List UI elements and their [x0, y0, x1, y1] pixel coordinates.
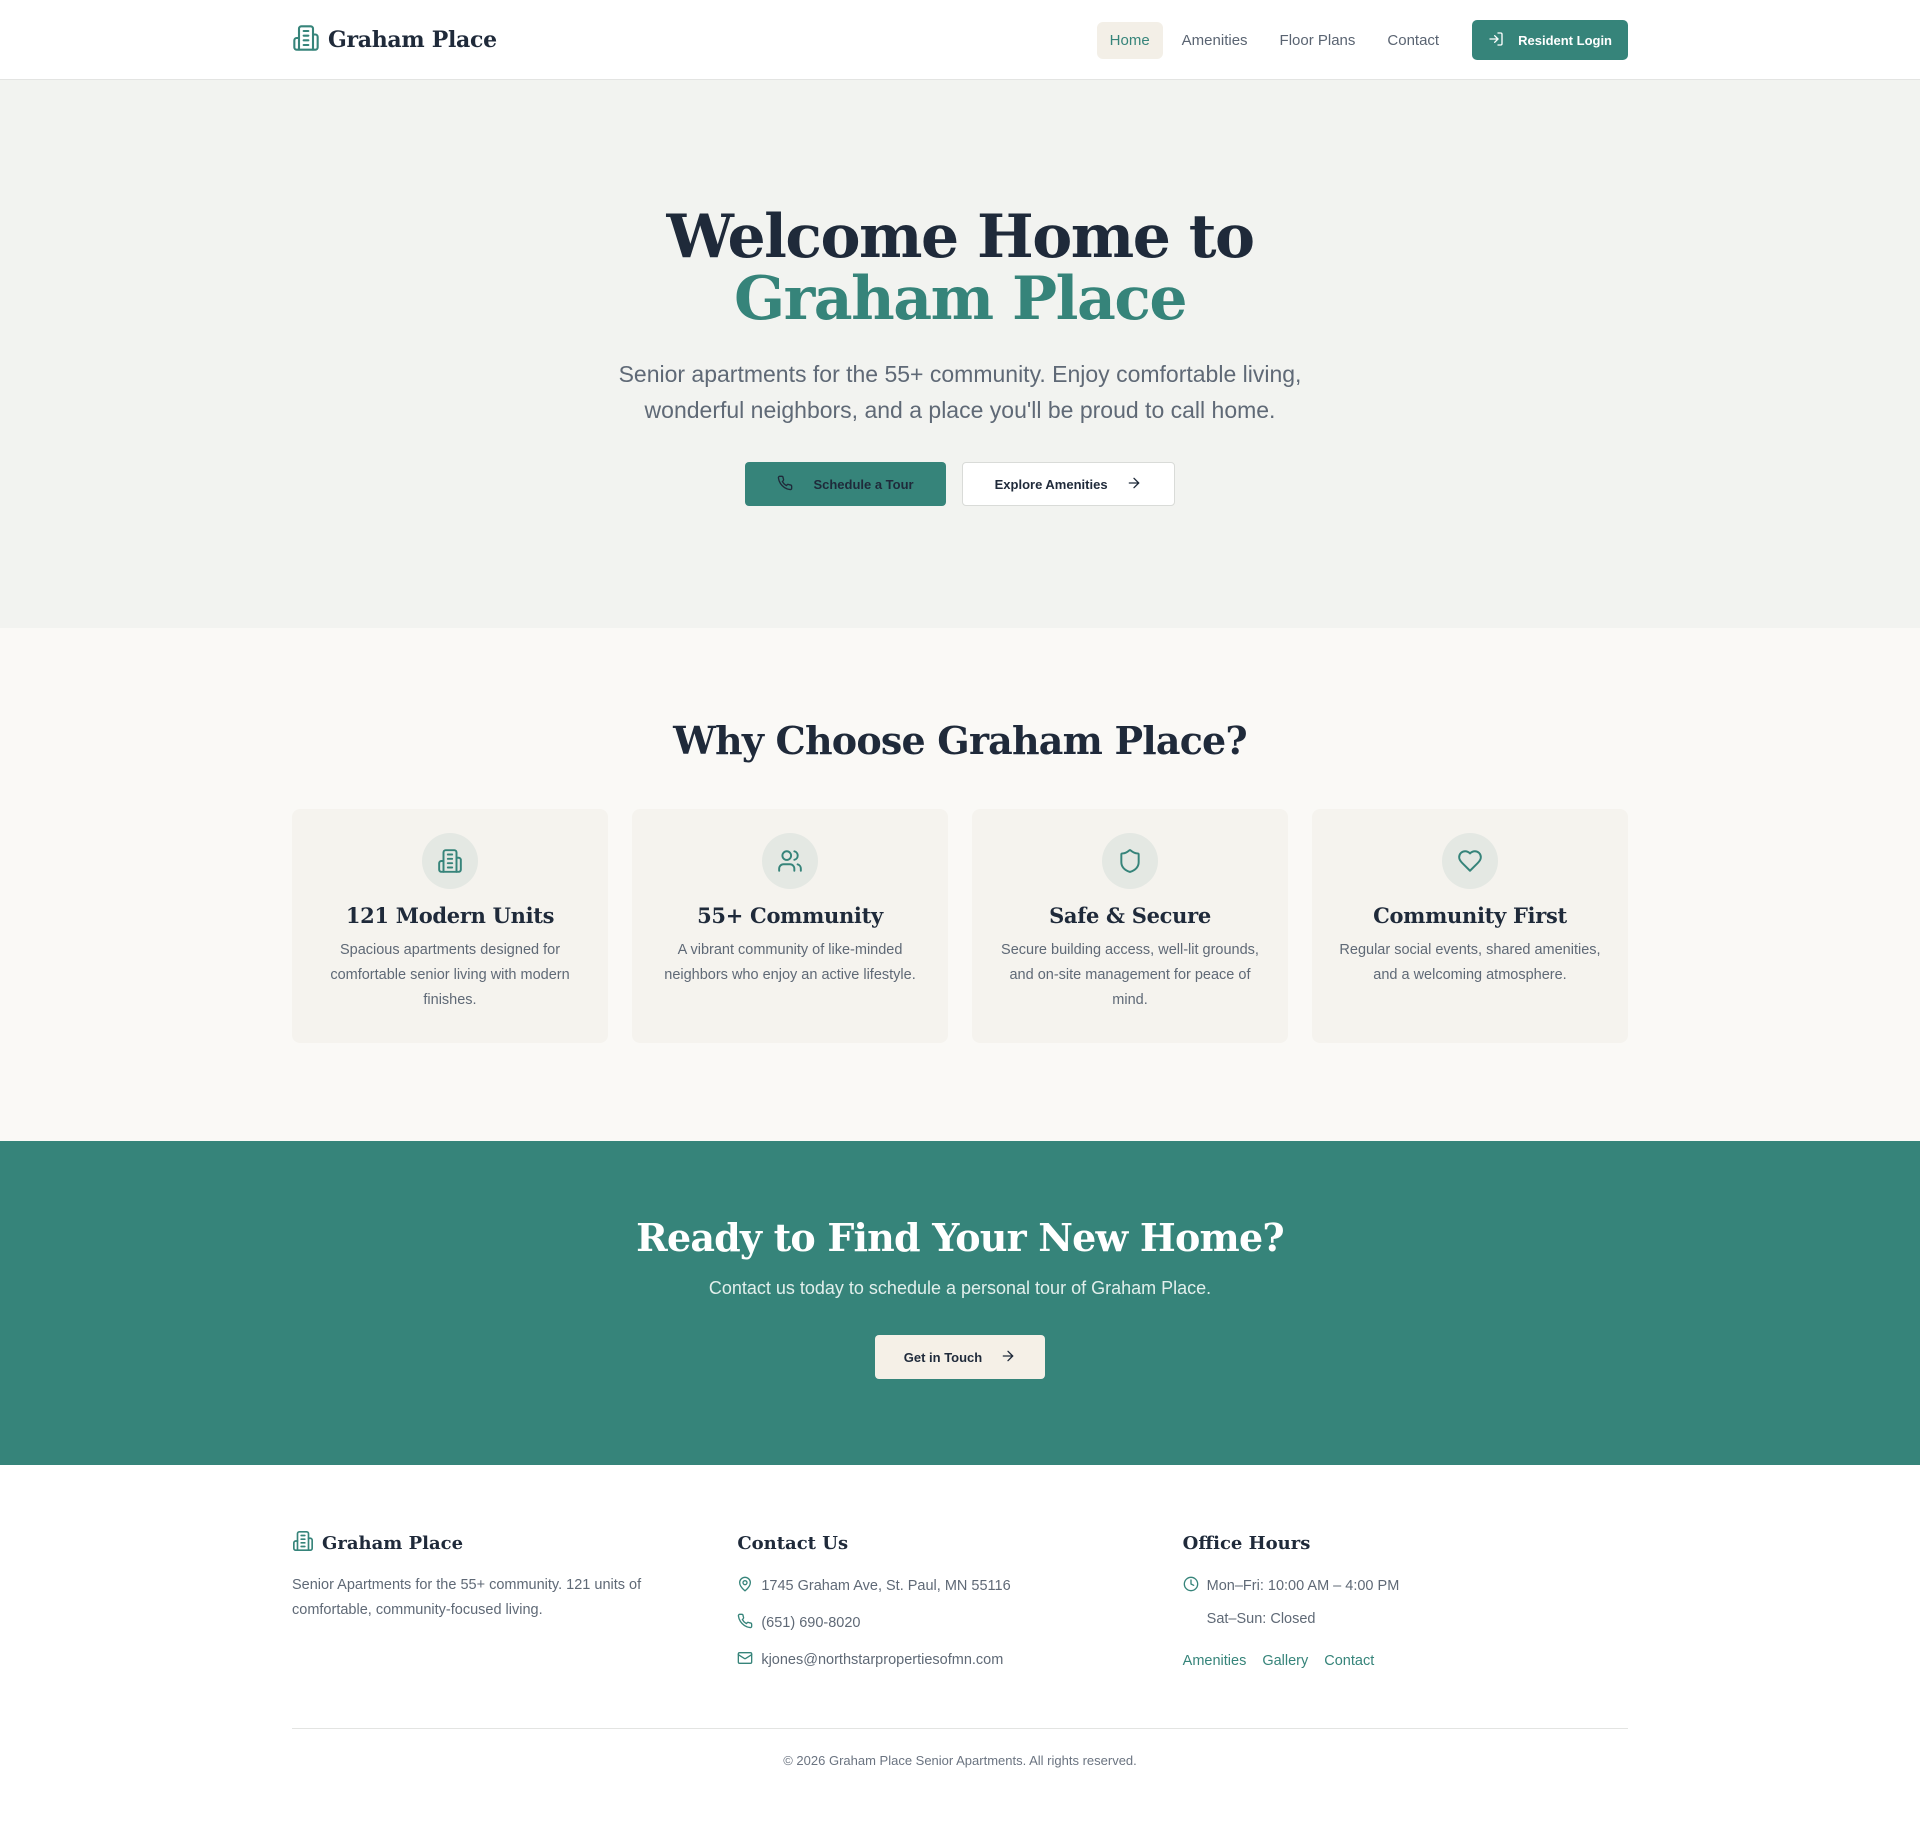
footer-link-contact[interactable]: Contact: [1324, 1653, 1374, 1669]
feature-card-community-first: Community First Regular social events, s…: [1312, 809, 1628, 1043]
mail-icon: [737, 1650, 753, 1670]
explore-amenities-label: Explore Amenities: [994, 476, 1108, 492]
weekend-hours: Sat–Sun: Closed: [1206, 1610, 1316, 1627]
feature-card-title: Safe & Secure: [1049, 903, 1211, 928]
get-in-touch-button[interactable]: Get in Touch: [875, 1335, 1045, 1379]
heart-icon: [1442, 833, 1498, 889]
building-icon: [292, 24, 320, 57]
feature-card-desc: Spacious apartments designed for comfort…: [330, 942, 570, 1008]
schedule-tour-button[interactable]: Schedule a Tour: [745, 462, 946, 506]
feature-card-desc: Regular social events, shared amenities,…: [1339, 942, 1601, 983]
hero-title: Welcome Home to Graham Place: [0, 206, 1920, 330]
footer-about-text: Senior Apartments for the 55+ community.…: [292, 1577, 642, 1618]
feature-card-units: 121 Modern Units Spacious apartments des…: [292, 809, 608, 1043]
arrow-right-icon: [1126, 475, 1142, 494]
weekday-hours: Mon–Fri: 10:00 AM – 4:00 PM: [1206, 1577, 1400, 1594]
feature-card-community: 55+ Community A vibrant community of lik…: [632, 809, 948, 1043]
nav-amenities[interactable]: Amenities: [1169, 22, 1261, 59]
footer-contact: Contact Us 1745 Graham Ave, St. Paul, MN…: [737, 1531, 1182, 1684]
footer-link-gallery[interactable]: Gallery: [1262, 1653, 1308, 1669]
nav-contact[interactable]: Contact: [1374, 22, 1452, 59]
footer-brand-name: Graham Place: [322, 1532, 464, 1554]
cta-title: Ready to Find Your New Home?: [636, 1215, 1284, 1260]
cta-subtitle: Contact us today to schedule a personal …: [708, 1278, 1212, 1298]
footer-divider: [292, 1728, 1628, 1729]
brand-name: Graham Place: [328, 27, 497, 53]
feature-card-title: 55+ Community: [697, 903, 883, 928]
nav-home[interactable]: Home: [1096, 21, 1163, 59]
hero-subtitle: Senior apartments for the 55+ community.…: [618, 361, 1302, 423]
footer-links: Amenities Gallery Contact: [1183, 1653, 1628, 1669]
features-section: Why Choose Graham Place? 121 Modern Unit…: [0, 628, 1920, 1141]
weekend-hours-row: Sat–Sun: Closed: [1183, 1606, 1628, 1631]
hero-title-line1: Welcome Home to: [666, 202, 1255, 272]
phone-icon: [777, 475, 793, 494]
feature-card-desc: Secure building access, well-lit grounds…: [1001, 942, 1259, 1008]
users-icon: [762, 833, 818, 889]
login-icon: [1488, 31, 1504, 50]
arrow-right-icon: [1000, 1348, 1016, 1367]
resident-login-button[interactable]: Resident Login: [1472, 20, 1628, 60]
email-text: kjones@northstarpropertiesofmn.com: [761, 1651, 1004, 1668]
footer-link-amenities[interactable]: Amenities: [1183, 1653, 1247, 1669]
main-nav: Home Amenities Floor Plans Contact Resid…: [1096, 20, 1628, 60]
email-row[interactable]: kjones@northstarpropertiesofmn.com: [737, 1647, 1182, 1672]
copyright: © 2026 Graham Place Senior Apartments. A…: [783, 1753, 1137, 1768]
hero-actions: Schedule a Tour Explore Amenities: [0, 462, 1920, 506]
hours-heading: Office Hours: [1182, 1532, 1311, 1554]
cta-section: Ready to Find Your New Home? Contact us …: [0, 1141, 1920, 1465]
contact-heading: Contact Us: [737, 1532, 849, 1554]
feature-card-title: 121 Modern Units: [345, 903, 555, 928]
phone-text: (651) 690-8020: [761, 1614, 861, 1631]
hero-title-line2: Graham Place: [733, 264, 1188, 334]
feature-card-desc: A vibrant community of like-minded neigh…: [664, 942, 916, 983]
building-icon: [422, 833, 478, 889]
building-icon: [292, 1530, 314, 1557]
address-row: 1745 Graham Ave, St. Paul, MN 55116: [737, 1573, 1182, 1598]
brand-logo[interactable]: Graham Place: [292, 24, 497, 57]
weekday-hours-row: Mon–Fri: 10:00 AM – 4:00 PM: [1183, 1573, 1628, 1598]
footer-hours: Office Hours Mon–Fri: 10:00 AM – 4:00 PM…: [1183, 1531, 1628, 1684]
phone-icon: [737, 1613, 753, 1633]
site-footer: Graham Place Senior Apartments for the 5…: [0, 1465, 1920, 1833]
phone-row[interactable]: (651) 690-8020: [737, 1610, 1182, 1635]
address-text: 1745 Graham Ave, St. Paul, MN 55116: [761, 1577, 1011, 1594]
get-in-touch-label: Get in Touch: [903, 1349, 983, 1365]
features-title: Why Choose Graham Place?: [673, 718, 1248, 763]
feature-card-title: Community First: [1373, 903, 1567, 928]
schedule-tour-label: Schedule a Tour: [813, 476, 914, 492]
explore-amenities-button[interactable]: Explore Amenities: [961, 462, 1175, 506]
hero-section: Welcome Home to Graham Place Senior apar…: [0, 80, 1920, 628]
footer-about: Graham Place Senior Apartments for the 5…: [292, 1530, 737, 1684]
shield-icon: [1102, 833, 1158, 889]
site-header: Graham Place Home Amenities Floor Plans …: [0, 0, 1920, 80]
feature-cards: 121 Modern Units Spacious apartments des…: [292, 809, 1628, 1043]
map-pin-icon: [737, 1576, 753, 1596]
feature-card-safety: Safe & Secure Secure building access, we…: [972, 809, 1288, 1043]
resident-login-label: Resident Login: [1518, 32, 1612, 48]
clock-icon: [1183, 1576, 1199, 1596]
nav-floor-plans[interactable]: Floor Plans: [1267, 22, 1369, 59]
